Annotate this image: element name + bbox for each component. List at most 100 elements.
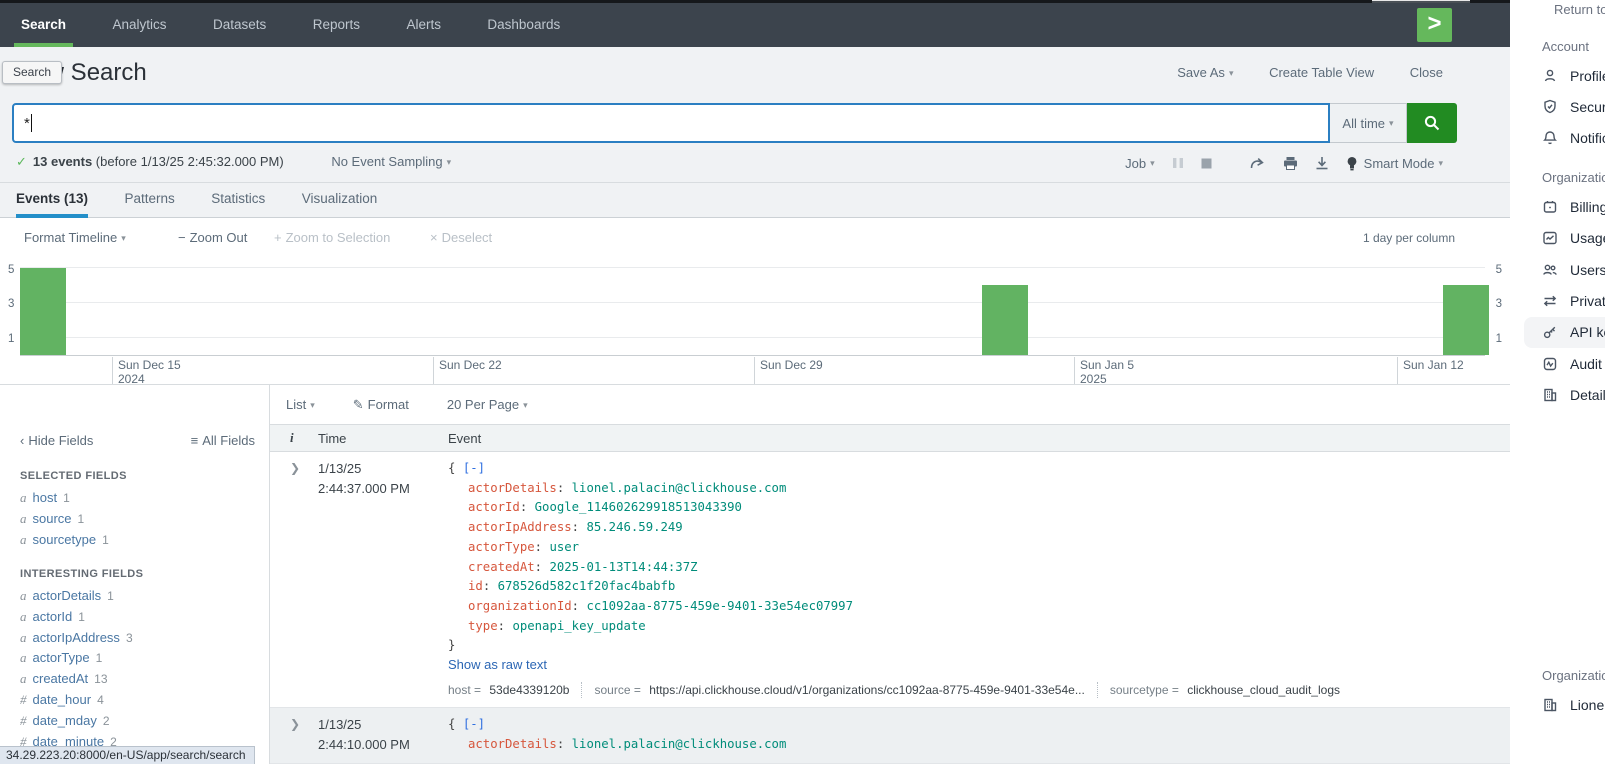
collapse-json-link[interactable]: [-] — [463, 717, 485, 731]
magnifier-icon — [1422, 113, 1442, 133]
field-count: 1 — [78, 512, 85, 526]
sidebar-item-usage[interactable]: Usage — [1510, 223, 1605, 254]
return-to-link[interactable]: Return to — [1554, 2, 1605, 17]
sidebar-item-notifications[interactable]: Notifications — [1510, 123, 1605, 154]
deselect-button[interactable]: ×Deselect — [430, 230, 492, 245]
sidebar-item-api-keys[interactable]: API keys — [1524, 317, 1605, 348]
smart-mode-label: Smart Mode — [1364, 156, 1435, 171]
splunk-logo-icon[interactable]: > — [1417, 8, 1452, 42]
format-timeline-menu[interactable]: Format Timeline▾ — [24, 230, 126, 245]
sidebar-item-profile[interactable]: Profile — [1510, 60, 1605, 91]
meta-source[interactable]: source = https://api.clickhouse.cloud/v1… — [594, 683, 1084, 697]
sidebar-item-security[interactable]: Security — [1510, 91, 1605, 122]
list-icon: ≡ — [191, 433, 199, 448]
format-results-button[interactable]: ✎Format — [353, 397, 409, 413]
close-button[interactable]: Close — [1410, 65, 1443, 80]
y-axis-label-right: 5 — [1496, 264, 1502, 276]
print-button[interactable] — [1283, 156, 1298, 170]
caret-down-icon: ▾ — [1150, 158, 1155, 169]
timeline-bar[interactable] — [982, 285, 1028, 355]
x-axis-tick: Sun Jan 12 — [1397, 357, 1398, 384]
building-icon — [1542, 697, 1558, 713]
selected-fields-list: ahost1 asource1 asourcetype1 — [20, 488, 263, 550]
hide-fields-button[interactable]: ‹Hide Fields — [20, 433, 93, 448]
save-as-button[interactable]: Save As▾ — [1177, 65, 1233, 80]
footer-organization-title: Organization — [1542, 668, 1605, 683]
timeline-bar[interactable] — [1443, 285, 1489, 355]
field-count: 13 — [94, 672, 107, 686]
field-date_mday[interactable]: #date_mday2 — [20, 711, 263, 732]
create-table-view-button[interactable]: Create Table View — [1269, 65, 1374, 80]
smart-mode-menu[interactable]: Smart Mode▾ — [1346, 156, 1443, 171]
field-actorDetails[interactable]: aactorDetails1 — [20, 586, 263, 607]
field-date_hour[interactable]: #date_hour4 — [20, 690, 263, 711]
y-axis-label: 5 — [8, 264, 14, 276]
meta-host[interactable]: host = 53de4339120b — [448, 683, 569, 697]
field-actorIpAddress[interactable]: aactorIpAddress3 — [20, 628, 263, 649]
y-axis-label: 3 — [8, 298, 14, 310]
share-button[interactable] — [1250, 156, 1266, 170]
splunk-search-app: Search Analytics Datasets Reports Alerts… — [0, 0, 1510, 764]
field-source[interactable]: asource1 — [20, 509, 263, 530]
field-actorType[interactable]: aactorType1 — [20, 648, 263, 669]
tab-patterns[interactable]: Patterns — [124, 183, 174, 218]
item-label: Users — [1570, 262, 1605, 278]
stop-button[interactable] — [1201, 158, 1212, 169]
zoom-out-button[interactable]: −Zoom Out — [178, 230, 247, 245]
field-sourcetype[interactable]: asourcetype1 — [20, 530, 263, 551]
tab-events[interactable]: Events (13) — [16, 183, 88, 218]
meta-sourcetype[interactable]: sourcetype = clickhouse_cloud_audit_logs — [1110, 683, 1340, 697]
item-label: Security — [1570, 99, 1605, 115]
search-button[interactable] — [1407, 103, 1457, 143]
field-name: actorIpAddress — [33, 630, 120, 645]
collapse-json-link[interactable]: [-] — [463, 461, 485, 475]
user-icon — [1542, 68, 1558, 84]
nav-item-analytics[interactable]: Analytics — [91, 3, 187, 47]
field-createdAt[interactable]: acreatedAt13 — [20, 669, 263, 690]
nav-label: Reports — [313, 17, 360, 32]
time-column-header: Time — [318, 431, 448, 446]
caret-down-icon: ▾ — [121, 233, 126, 243]
all-fields-button[interactable]: ≡All Fields — [191, 433, 255, 448]
field-type: a — [20, 490, 27, 505]
zoom-to-selection-button[interactable]: +Zoom to Selection — [274, 230, 390, 245]
expand-chevron-icon[interactable]: ❯ — [290, 717, 300, 731]
tab-statistics[interactable]: Statistics — [211, 183, 265, 218]
nav-item-dashboards[interactable]: Dashboards — [466, 3, 581, 47]
nav-item-reports[interactable]: Reports — [292, 3, 381, 47]
export-button[interactable] — [1315, 156, 1329, 170]
query-text: * — [24, 115, 30, 132]
sidebar-item-organization-lionel[interactable]: Lionel — [1510, 689, 1605, 720]
nav-item-search[interactable]: Search — [0, 3, 87, 47]
results-section: ‹Hide Fields ≡All Fields SELECTED FIELDS… — [0, 385, 1510, 764]
sidebar-item-billing[interactable]: Billing — [1510, 191, 1605, 222]
nav-item-alerts[interactable]: Alerts — [385, 3, 462, 47]
nav-item-datasets[interactable]: Datasets — [192, 3, 287, 47]
sidebar-item-audit[interactable]: Audit — [1510, 348, 1605, 379]
item-label: Private endpoints — [1570, 293, 1605, 309]
tab-visualization[interactable]: Visualization — [302, 183, 378, 218]
list-view-menu[interactable]: List▾ — [286, 397, 315, 412]
time-range-picker[interactable]: All time▾ — [1330, 103, 1407, 143]
format-label: Format — [368, 397, 409, 412]
info-column-header: i — [270, 430, 318, 446]
pause-button[interactable] — [1172, 157, 1184, 169]
field-actorId[interactable]: aactorId1 — [20, 607, 263, 628]
events-timeline-chart[interactable]: 5 3 1 5 3 1 Sun Dec 152024 Sun Dec 22 Su… — [0, 258, 1510, 385]
job-menu[interactable]: Job▾ — [1125, 156, 1155, 171]
field-count: 1 — [63, 491, 70, 505]
per-page-menu[interactable]: 20 Per Page▾ — [447, 397, 528, 412]
screen: Search Analytics Datasets Reports Alerts… — [0, 0, 1605, 764]
sidebar-item-details[interactable]: Details — [1510, 380, 1605, 411]
show-raw-text-link[interactable]: Show as raw text — [448, 657, 1510, 672]
timeline-bar[interactable] — [20, 268, 66, 355]
search-bar: * All time▾ — [12, 103, 1457, 143]
time-range-label: All time — [1342, 116, 1385, 131]
expand-chevron-icon[interactable]: ❯ — [290, 461, 300, 475]
sidebar-item-private-endpoints[interactable]: Private endpoints — [1510, 285, 1605, 316]
event-sampling-menu[interactable]: No Event Sampling▾ — [331, 154, 451, 169]
y-axis-label-right: 3 — [1496, 298, 1502, 310]
search-query-input[interactable]: * — [12, 103, 1330, 143]
field-host[interactable]: ahost1 — [20, 488, 263, 509]
sidebar-item-users[interactable]: Users — [1510, 254, 1605, 285]
